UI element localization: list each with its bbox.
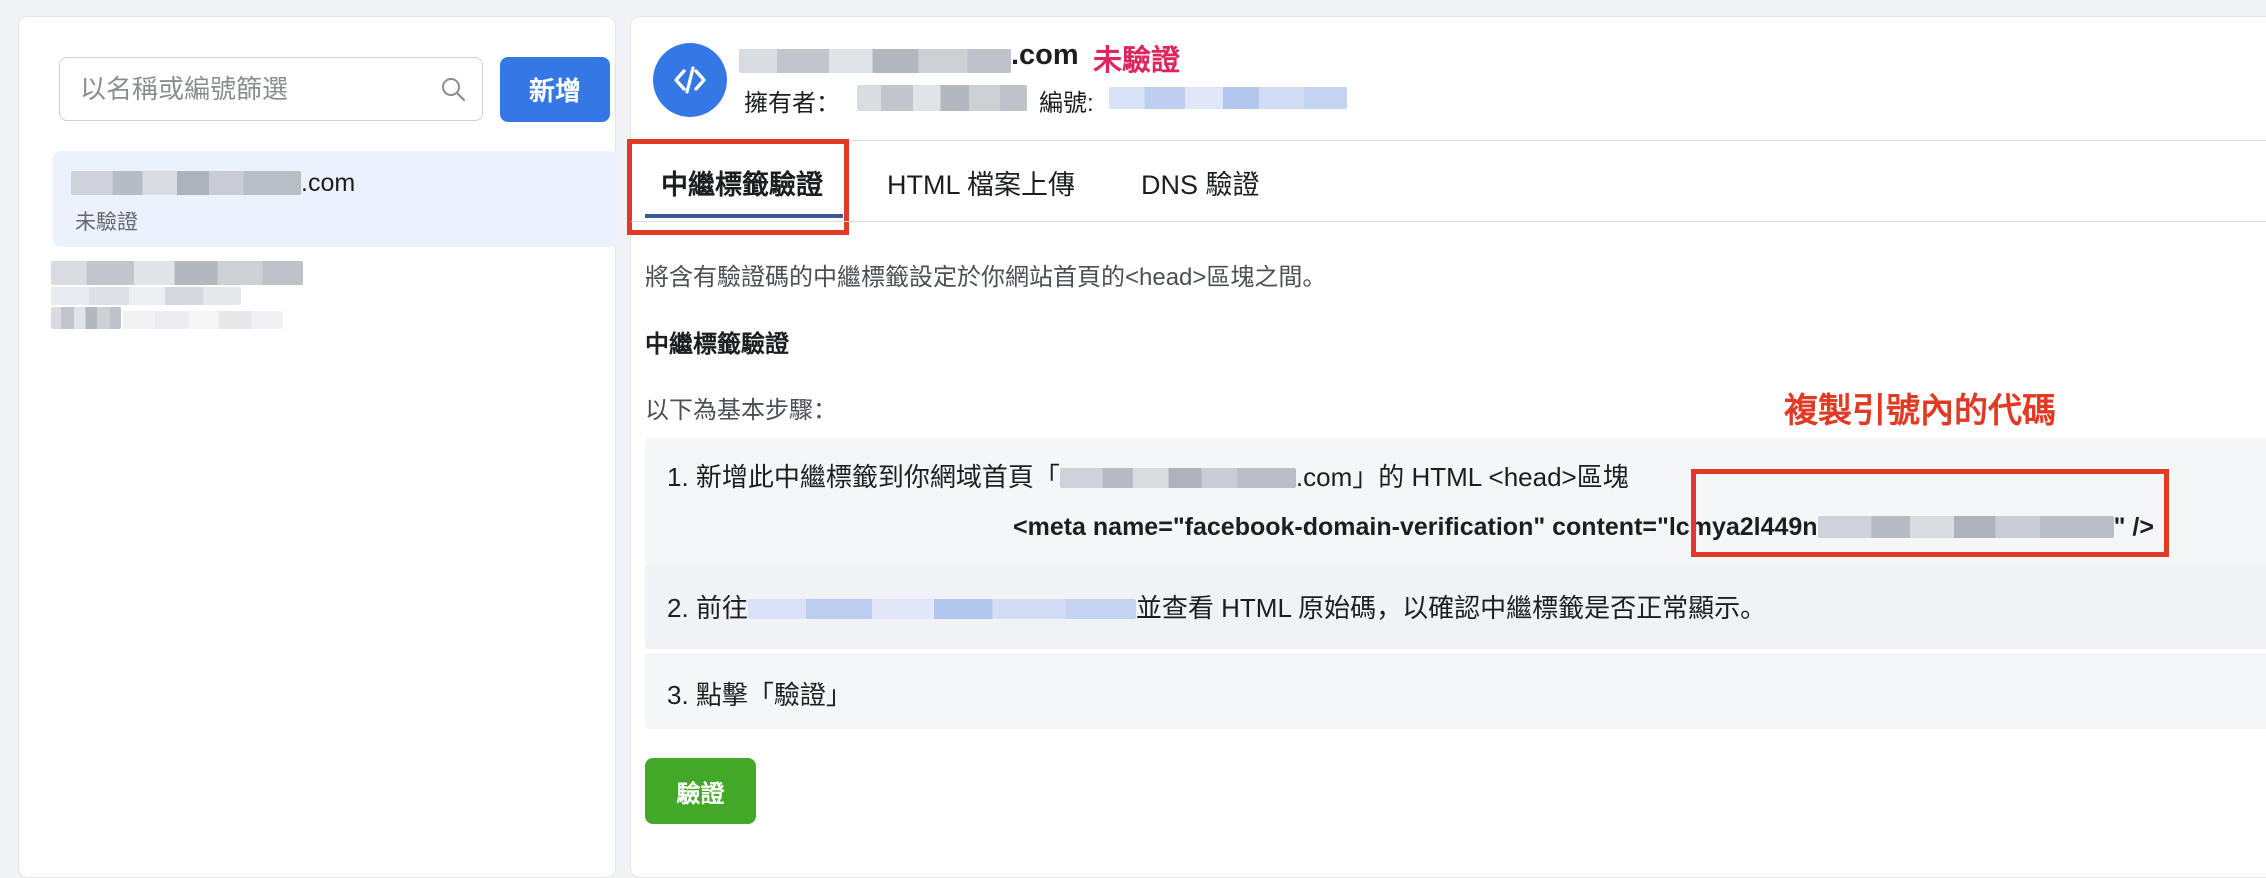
step-2: 2. 前往 並查看 HTML 原始碼，以確認中繼標籤是否正常顯示。 [645,564,2266,649]
redacted-url-link[interactable] [747,599,1136,619]
redacted-owner [857,85,1027,111]
highlight-box-code [1691,469,2169,557]
redacted-id [1109,87,1347,109]
domain-detail-panel: .com 未驗證 擁有者： 編號: 中繼標籤驗證 HTML 檔案上傳 DNS 驗… [627,16,2266,878]
verify-button[interactable]: 驗證 [645,758,756,824]
search-input[interactable] [78,58,432,121]
section-title: 中繼標籤驗證 [645,331,789,358]
id-label: 編號: [1039,90,1094,117]
tab-dns-verification[interactable]: DNS 驗證 [1141,163,1260,202]
search-icon[interactable] [440,76,466,102]
divider [631,221,2266,222]
divider [631,140,2266,141]
domain-title: .com [1011,39,1079,71]
steps-intro: 以下為基本步驟： [645,397,837,424]
site-status: 未驗證 [75,211,138,234]
site-list-item[interactable]: .com 未驗證 [53,151,618,247]
tab-html-file-upload[interactable]: HTML 檔案上傳 [887,163,1075,202]
annotation-copy-code: 複製引號內的代碼 [1784,392,2056,430]
step-1-text: 1. 新增此中繼標籤到你網域首頁「 .com」的 HTML <head>區塊 [667,457,1629,494]
site-domain-suffix: .com [301,169,356,197]
step-3: 3. 點擊「驗證」 [645,653,2266,729]
redacted-domain [71,171,301,195]
step-3-text: 3. 點擊「驗證」 [667,680,852,710]
instruction-description: 將含有驗證碼的中繼標籤設定於你網站首頁的<head>區塊之間。 [645,264,1327,291]
search-box[interactable] [59,57,483,121]
step-2-suffix: 並查看 HTML 原始碼，以確認中繼標籤是否正常顯示。 [1135,593,1767,623]
redacted-domain [739,49,1011,73]
step-2-prefix: 2. 前往 [667,593,748,623]
verification-status: 未驗證 [1093,45,1181,77]
step-2-text: 2. 前往 並查看 HTML 原始碼，以確認中繼標籤是否正常顯示。 [667,588,1766,625]
step-1-suffix: .com」的 HTML <head>區塊 [1295,462,1629,492]
step-1-prefix: 1. 新增此中繼標籤到你網域首頁「 [667,462,1060,492]
add-domain-button[interactable]: 新增 [500,57,610,122]
redacted-domain [1059,468,1296,488]
owner-label: 擁有者： [744,90,840,117]
site-list-panel: 新增 .com 未驗證 [18,16,618,878]
code-icon [653,43,727,117]
